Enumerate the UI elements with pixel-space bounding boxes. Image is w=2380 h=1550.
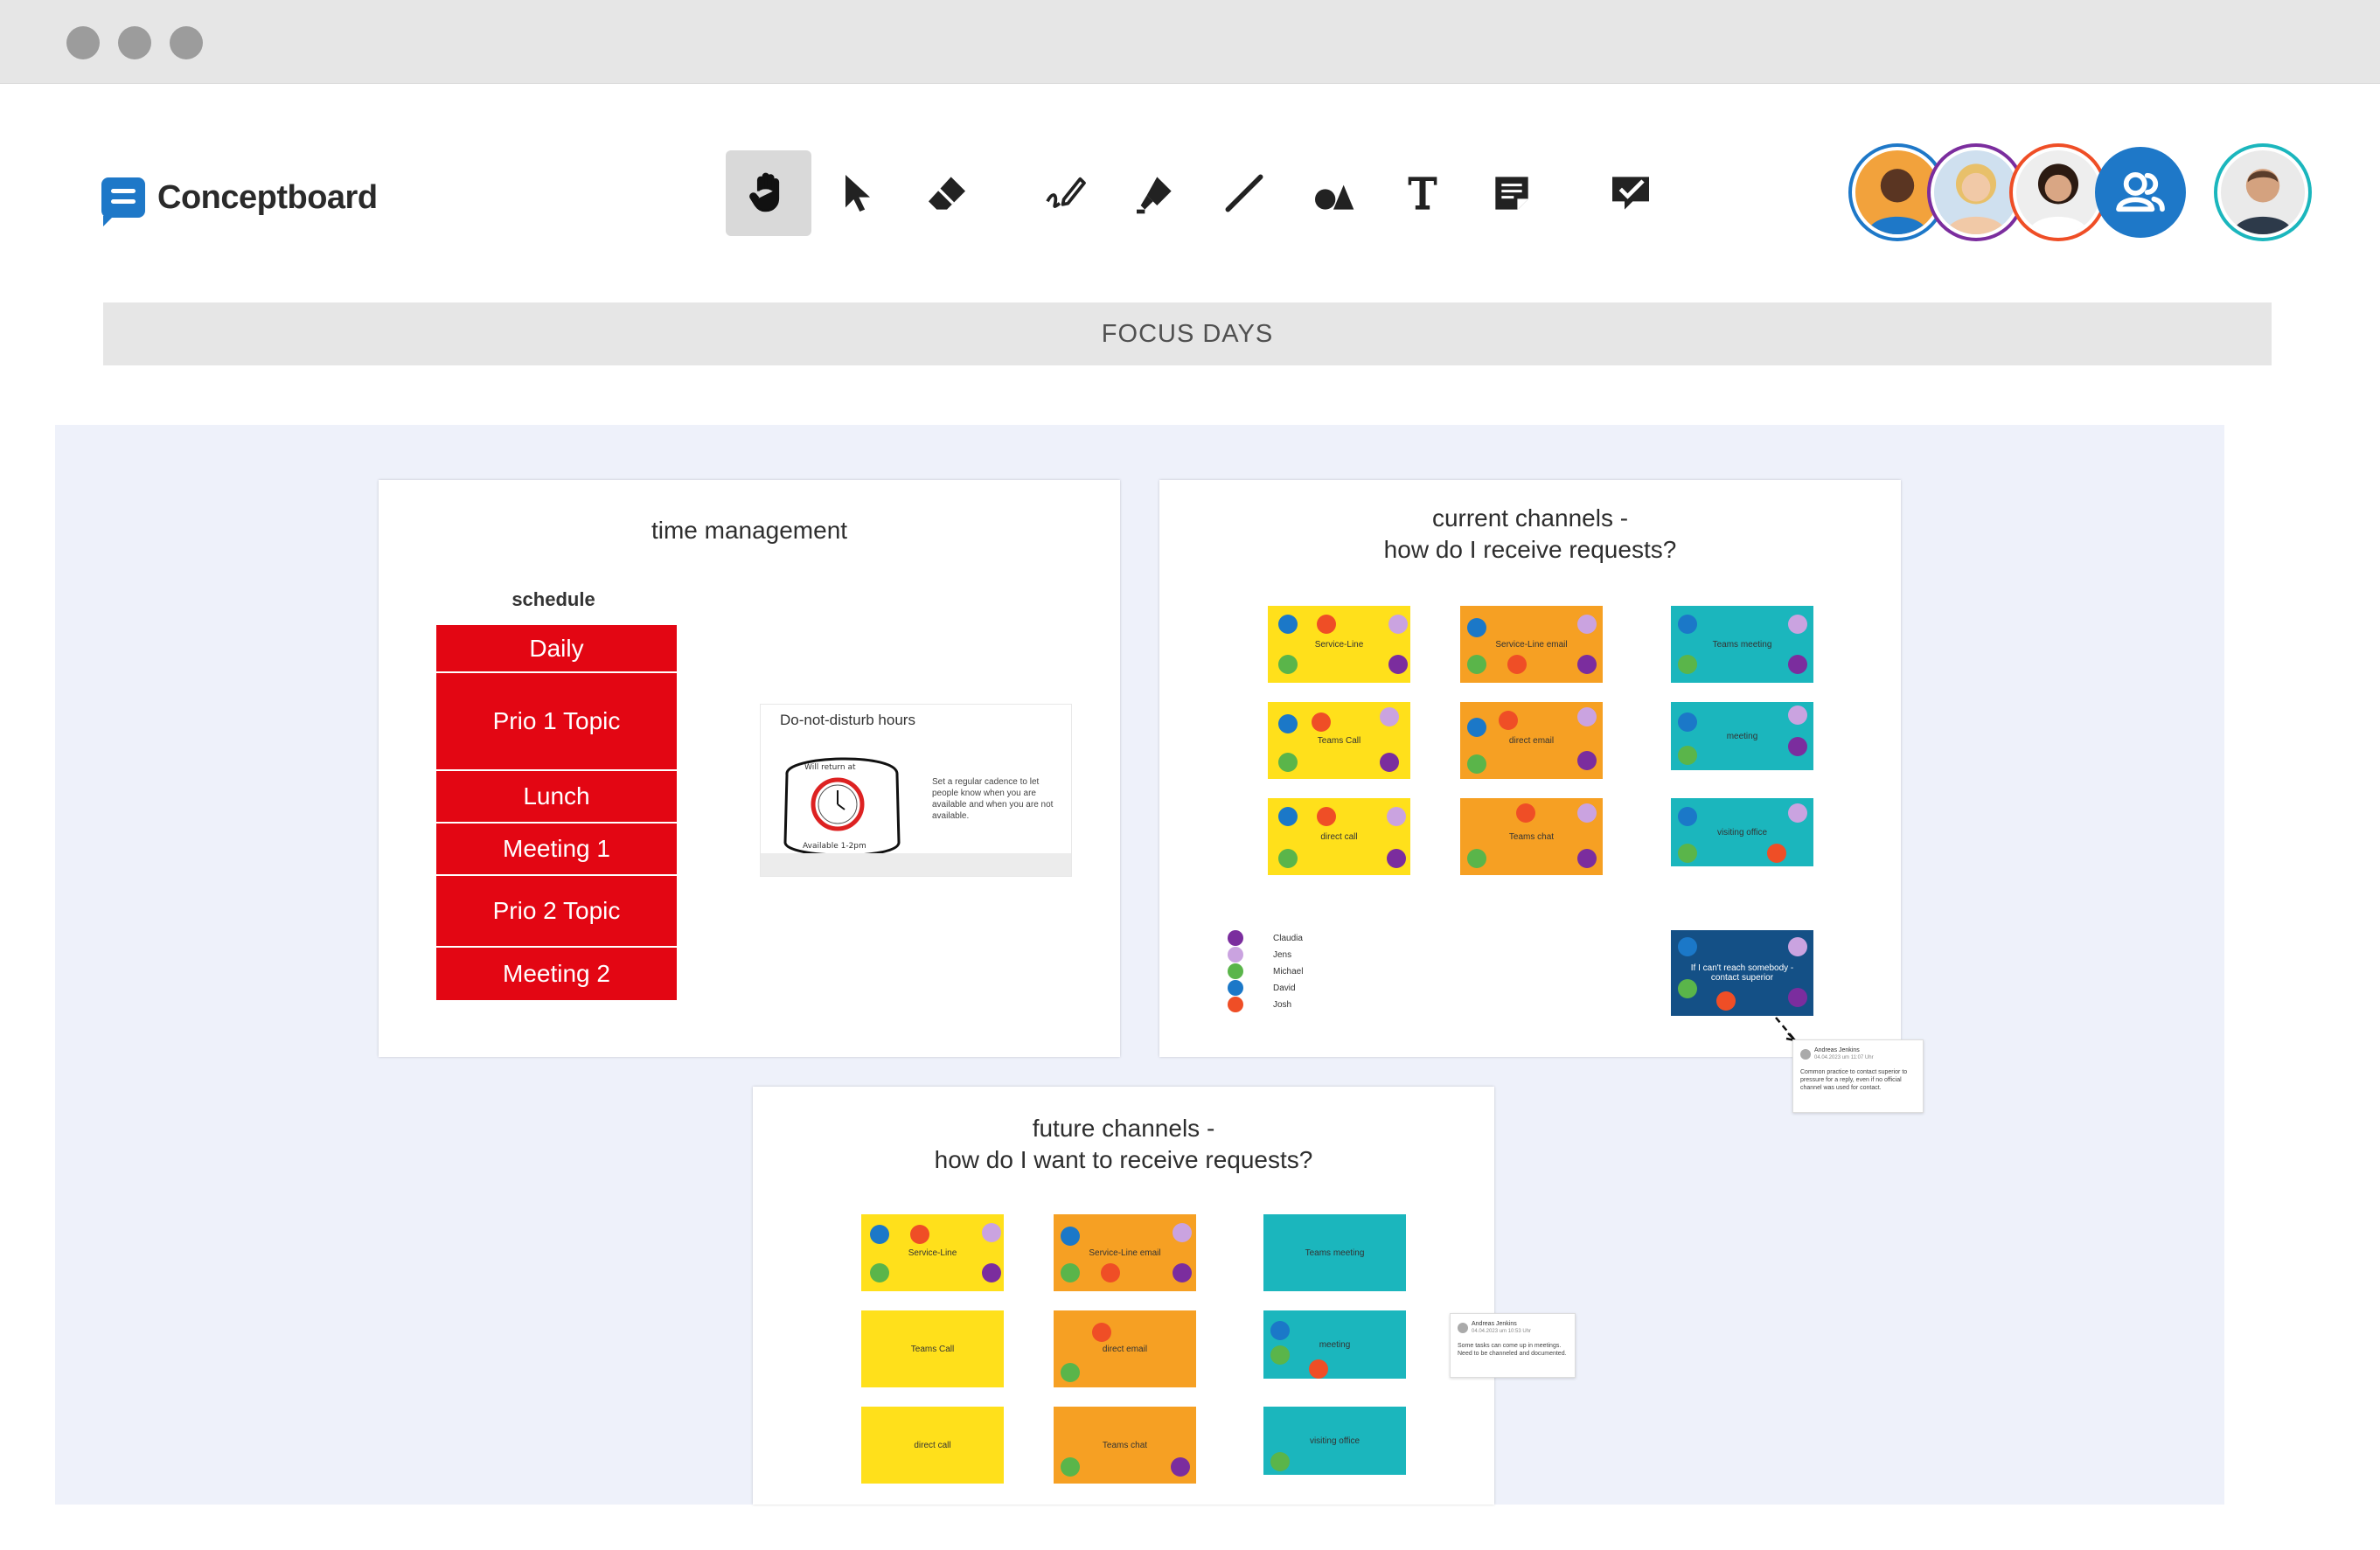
eraser-icon — [929, 177, 965, 210]
cursor-icon — [846, 175, 870, 212]
shapes-tool[interactable] — [1291, 150, 1376, 236]
person-2-icon — [1945, 163, 2007, 234]
sticky-note[interactable]: visiting office — [1263, 1407, 1406, 1475]
sticky-note[interactable]: direct call — [861, 1407, 1004, 1484]
vote-dot — [1061, 1457, 1080, 1477]
vote-dot — [870, 1225, 889, 1244]
hand-icon — [749, 172, 780, 212]
vote-dot — [1270, 1452, 1290, 1471]
highlighter-tool[interactable] — [1112, 150, 1198, 236]
hand-tool[interactable] — [726, 150, 811, 236]
person-1-icon — [1867, 169, 1928, 234]
frame-future-channels[interactable]: future channels - how do I want to recei… — [753, 1087, 1494, 1505]
sticky-note[interactable]: Service-Line — [861, 1214, 1004, 1291]
current-user-avatar[interactable] — [2217, 147, 2308, 238]
shapes-icon — [1315, 184, 1354, 210]
pen-tool[interactable] — [1023, 150, 1109, 236]
window-close-dot[interactable] — [66, 26, 100, 59]
vote-dot — [1101, 1263, 1120, 1282]
section-header: FOCUS DAYS — [103, 302, 2272, 365]
vote-dot — [1173, 1223, 1192, 1242]
vote-dot — [1061, 1227, 1080, 1246]
note-label: Service-Line email — [1089, 1248, 1161, 1258]
vote-dot — [1173, 1263, 1192, 1282]
note-label: Teams meeting — [1305, 1248, 1365, 1258]
vote-dot — [1061, 1263, 1080, 1282]
app-name: Conceptboard — [157, 178, 378, 216]
sticky-note[interactable]: direct email — [1054, 1310, 1196, 1387]
comment-card[interactable]: Andreas Jenkins 04.04.2023 um 11:07 Uhr … — [1792, 1039, 1924, 1113]
comment-author: Andreas Jenkins — [1814, 1047, 1860, 1053]
pen-icon — [1046, 177, 1086, 208]
note-label: Teams Call — [910, 1344, 955, 1354]
sticky-note[interactable]: Service-Line email — [1054, 1214, 1196, 1291]
comment-date: 04.04.2023 um 11:07 Uhr — [1814, 1055, 1874, 1060]
eraser-tool[interactable] — [904, 150, 990, 236]
sticky-note[interactable]: Teams chat — [1054, 1407, 1196, 1484]
board-canvas[interactable]: time management schedule Daily Prio 1 To… — [55, 425, 2224, 1505]
note-label: Service-Line — [908, 1248, 957, 1258]
comment-check-icon — [1612, 177, 1649, 210]
person-3-icon — [2028, 163, 2089, 234]
section-title: FOCUS DAYS — [1101, 319, 1274, 348]
vote-dot — [910, 1225, 929, 1244]
select-tool[interactable] — [815, 150, 901, 236]
sticky-note-icon — [1495, 177, 1528, 210]
note-label: Teams chat — [1102, 1440, 1148, 1450]
comment-text: Some tasks can come up in meetings. Need… — [1458, 1343, 1567, 1357]
line-tool[interactable] — [1201, 150, 1287, 236]
comment-avatar — [1458, 1323, 1468, 1333]
collaborator-2-avatar[interactable] — [1931, 147, 2022, 238]
comment-date: 04.04.2023 um 10:53 Uhr — [1472, 1329, 1532, 1334]
app-logo[interactable]: Conceptboard — [101, 171, 378, 226]
comment-text: Common practice to contact superior to p… — [1800, 1069, 1908, 1091]
text-tool[interactable] — [1380, 150, 1465, 236]
sticky-note[interactable]: Teams meeting — [1263, 1214, 1406, 1291]
highlighter-icon — [1137, 177, 1172, 214]
sticky-note[interactable]: Teams Call — [861, 1310, 1004, 1387]
comment-avatar — [1800, 1049, 1811, 1060]
note-label: meeting — [1319, 1339, 1351, 1350]
collaborator-3-avatar[interactable] — [2013, 147, 2104, 238]
text-icon — [1408, 177, 1437, 210]
note-label: direct email — [1102, 1344, 1148, 1354]
vote-dot — [982, 1223, 1001, 1242]
window-maximize-dot[interactable] — [170, 26, 203, 59]
vote-dot — [1092, 1323, 1111, 1342]
vote-dot — [870, 1263, 889, 1282]
vote-dot — [1171, 1457, 1190, 1477]
vote-dot — [1270, 1321, 1290, 1340]
users-icon — [2116, 171, 2165, 212]
vote-dot — [1061, 1363, 1080, 1382]
note-label: direct call — [914, 1440, 951, 1450]
vote-dot — [982, 1263, 1001, 1282]
sticky-note[interactable]: meeting — [1263, 1310, 1406, 1379]
sticky-note-tool[interactable] — [1469, 150, 1555, 236]
note-label: visiting office — [1309, 1435, 1360, 1446]
line-icon — [1225, 174, 1263, 212]
comment-card[interactable]: Andreas Jenkins 04.04.2023 um 10:53 Uhr … — [1450, 1313, 1576, 1378]
collaborator-1-avatar[interactable] — [1852, 147, 1943, 238]
vote-dot — [1309, 1359, 1328, 1379]
conceptboard-logo-icon — [101, 177, 145, 226]
frame-title: future channels - how do I want to recei… — [934, 1115, 1313, 1173]
comment-author: Andreas Jenkins — [1472, 1321, 1517, 1327]
vote-dot — [1270, 1345, 1290, 1365]
collaborators-button[interactable] — [2095, 147, 2186, 238]
person-4-icon — [2232, 169, 2293, 234]
window-titlebar — [0, 0, 2380, 84]
window-minimize-dot[interactable] — [118, 26, 151, 59]
comment-tool[interactable] — [1588, 150, 1674, 236]
